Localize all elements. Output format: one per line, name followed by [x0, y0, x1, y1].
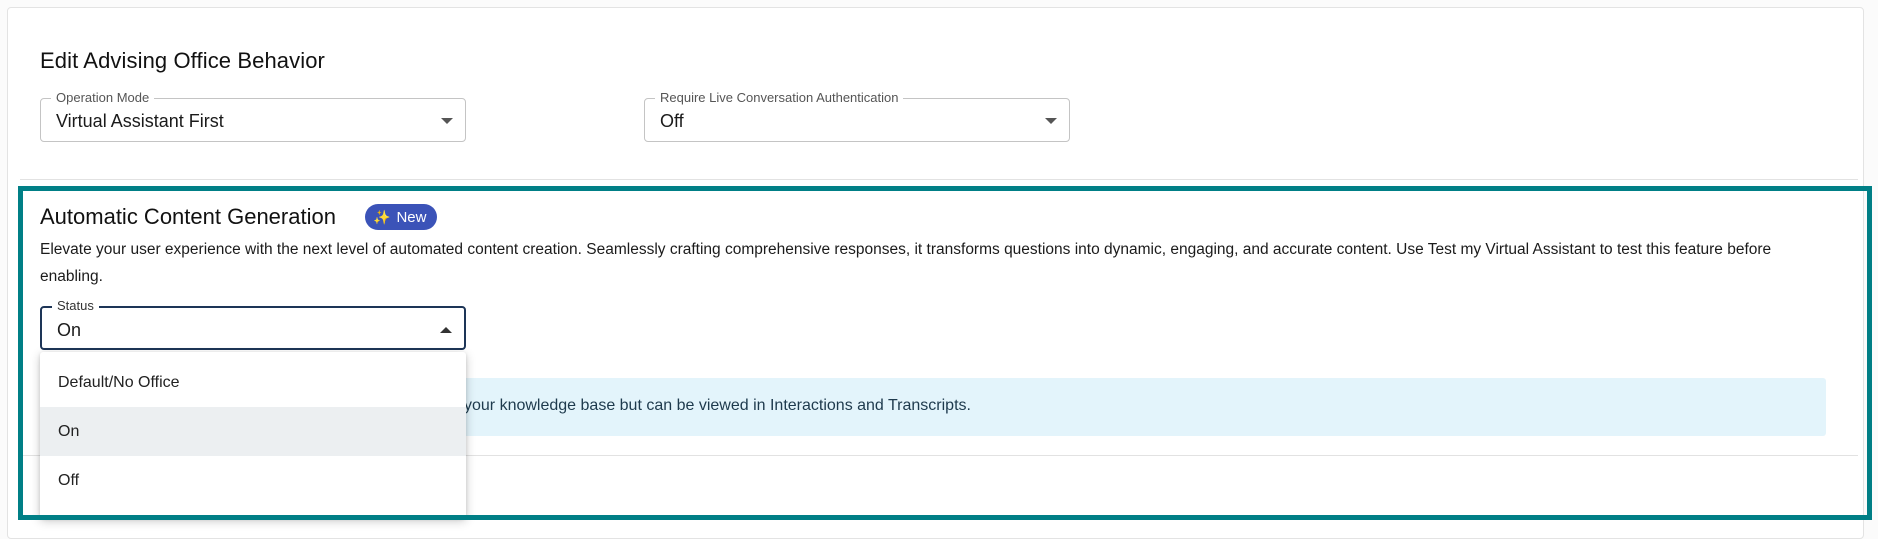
content-generation-title: Automatic Content Generation [40, 204, 336, 229]
caret-up-icon [440, 327, 452, 333]
section-title: Edit Advising Office Behavior [40, 48, 325, 73]
require-auth-label: Require Live Conversation Authentication [655, 90, 904, 106]
badge-label: New [396, 208, 427, 226]
caret-down-icon [1045, 118, 1057, 124]
status-option-default[interactable]: Default/No Office [40, 358, 466, 407]
sparkles-icon: ✨ [373, 208, 391, 225]
require-auth-select[interactable]: Require Live Conversation Authentication… [644, 90, 1070, 142]
status-option-off[interactable]: Off [40, 456, 466, 505]
require-auth-value: Off [660, 111, 684, 131]
content-generation-description: Elevate your user experience with the ne… [40, 241, 1772, 285]
status-dropdown-menu: Default/No Office On Off [40, 352, 466, 518]
status-value: On [57, 320, 82, 340]
operation-mode-label: Operation Mode [51, 90, 155, 106]
status-select[interactable]: Status On [40, 298, 466, 350]
status-option-on[interactable]: On [40, 407, 466, 456]
status-label: Status [52, 298, 99, 314]
caret-down-icon [441, 118, 453, 124]
operation-mode-select[interactable]: Operation Mode Virtual Assistant First [40, 90, 466, 142]
new-badge: ✨ New [365, 204, 438, 230]
section-divider [20, 179, 1858, 180]
operation-mode-value: Virtual Assistant First [56, 111, 224, 131]
info-banner-text: your knowledge base but can be viewed in… [464, 397, 971, 414]
